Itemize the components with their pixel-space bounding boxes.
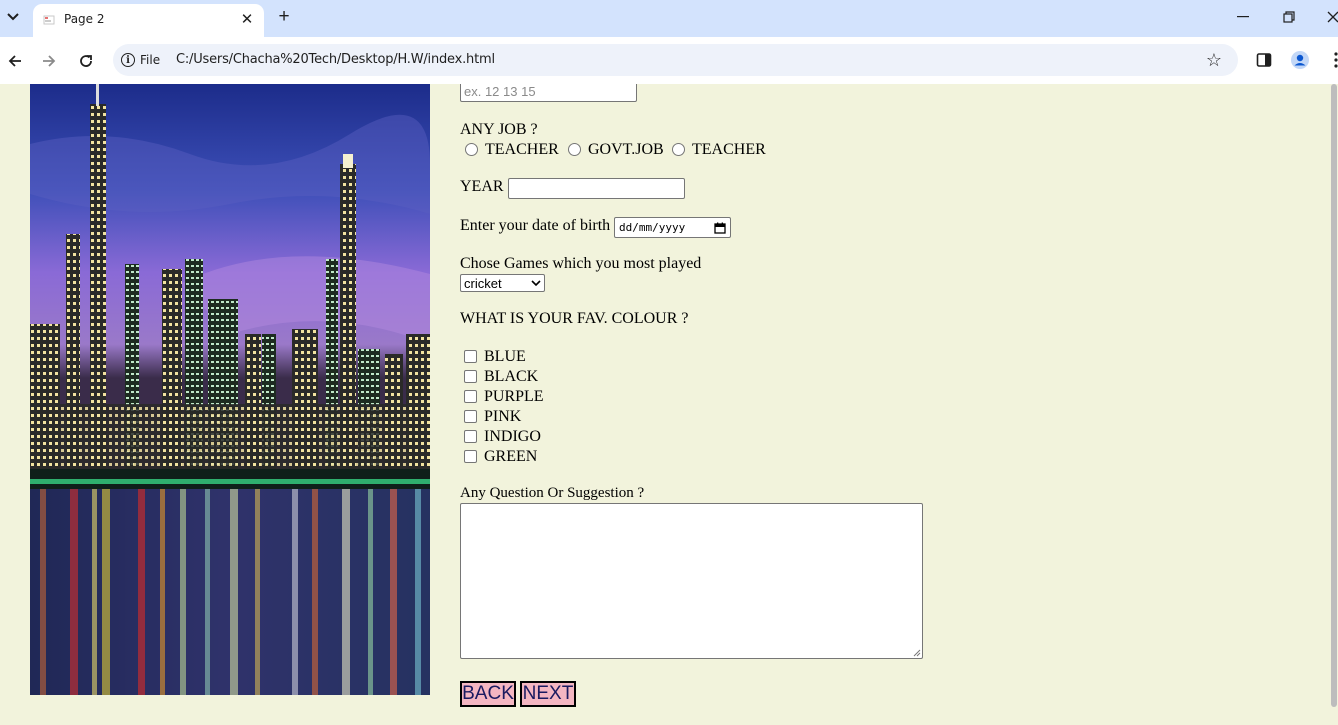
page-viewport: ANY JOB ? TEACHER GOVT.JOB TEACHER YEAR … [0,84,1330,725]
colour-checkbox-black[interactable] [464,370,477,383]
colour-question: WHAT IS YOUR FAV. COLOUR ? [460,310,689,327]
calendar-icon[interactable] [714,222,726,234]
job-radio-teacher-1[interactable] [465,143,478,156]
dob-date-input[interactable]: dd/mm/yyyy [614,217,731,238]
tab-strip: Page 2 ✕ + [0,0,1338,37]
close-window-icon[interactable] [1322,6,1338,28]
colour-label: GREEN [484,448,538,465]
forward-arrow-icon[interactable] [37,49,61,73]
site-chip-label: File [140,53,161,67]
games-select[interactable]: cricket [460,274,545,292]
year-label: YEAR [460,178,504,195]
job-question: ANY JOB ? [460,121,538,138]
colour-label: BLACK [484,368,539,385]
colour-label: BLUE [484,348,526,365]
dob-placeholder: dd/mm/yyyy [619,221,686,234]
page-favicon-icon [43,15,55,25]
chevron-down-icon [531,279,541,286]
colour-checkbox-green[interactable] [464,450,477,463]
restore-icon[interactable] [1278,6,1300,28]
scrollbar-thumb[interactable] [1331,84,1337,707]
colour-checkbox-pink[interactable] [464,410,477,423]
year-input[interactable] [508,178,685,199]
colour-checkbox-blue[interactable] [464,350,477,363]
dob-label: Enter your date of birth [460,217,611,234]
back-arrow-icon[interactable] [3,49,27,73]
suggestion-textarea[interactable] [460,503,923,659]
tab-search-icon[interactable] [0,4,26,30]
info-icon: i [121,53,135,67]
games-selected-value: cricket [464,275,502,291]
minimize-icon[interactable] [1232,6,1254,28]
number-input[interactable] [460,84,637,102]
close-tab-icon[interactable]: ✕ [238,10,256,28]
colour-label: PURPLE [484,388,544,405]
tab-title: Page 2 [64,12,105,26]
url-text[interactable]: C:/Users/Chacha%20Tech/Desktop/H.W/index… [176,52,495,67]
back-button[interactable]: BACK [460,681,516,707]
resize-handle-icon[interactable] [913,649,921,657]
job-radio-teacher-2[interactable] [672,143,685,156]
side-panel-icon[interactable] [1253,49,1275,71]
job-option-label: TEACHER [485,141,559,158]
address-bar[interactable]: i File C:/Users/Chacha%20Tech/Desktop/H.… [113,44,1238,76]
colour-label: INDIGO [484,428,541,445]
city-skyline-image [30,84,430,695]
site-info-chip[interactable]: i File [121,50,160,70]
games-label: Chose Games which you most played [460,255,702,272]
bookmark-star-icon[interactable]: ☆ [1203,49,1225,71]
profile-avatar-icon[interactable] [1289,49,1311,71]
next-button[interactable]: NEXT [520,681,576,707]
colour-checkbox-indigo[interactable] [464,430,477,443]
menu-kebab-icon[interactable] [1325,49,1338,71]
suggestion-label: Any Question Or Suggestion ? [460,485,645,501]
colour-checkbox-purple[interactable] [464,390,477,403]
job-option-label: TEACHER [692,141,766,158]
job-radio-govt-job[interactable] [568,143,581,156]
new-tab-icon[interactable]: + [274,6,294,27]
reload-icon[interactable] [74,49,98,73]
colour-label: PINK [484,408,522,425]
active-tab[interactable]: Page 2 ✕ [33,4,264,37]
job-option-label: GOVT.JOB [588,141,664,158]
